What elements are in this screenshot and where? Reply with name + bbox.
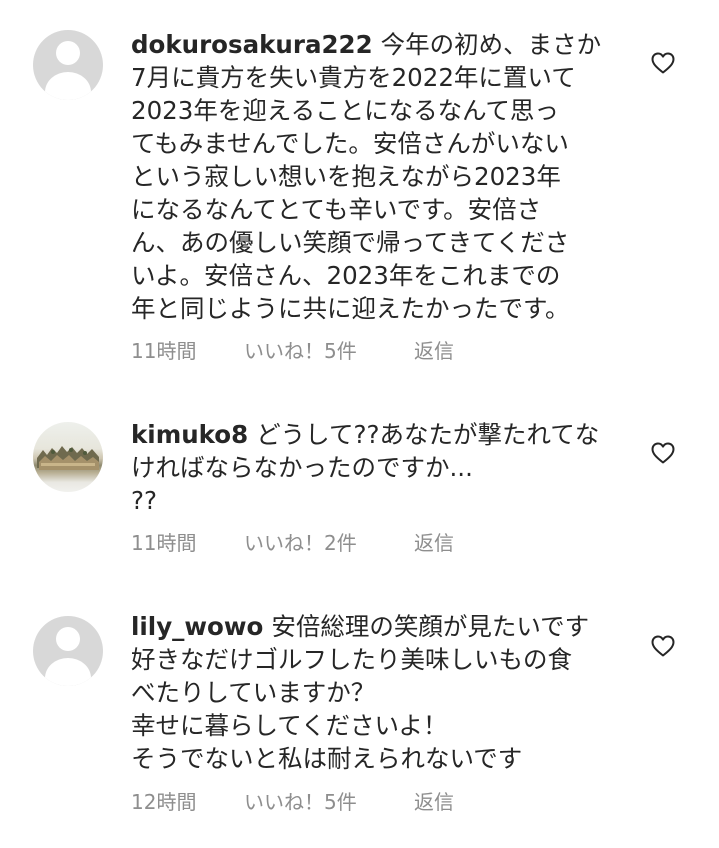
comment-timestamp: 12時間 — [131, 790, 197, 814]
comment-line: いよ。安倍さん、2023年をこれまでの — [131, 261, 561, 290]
comment-text: dokurosakura222 今年の初め、まさか 7月に貴方を失い貴方を2022… — [131, 28, 631, 325]
reply-button[interactable]: 返信 — [414, 790, 454, 814]
comment-line: 7月に貴方を失い貴方を2022年に置いて — [131, 63, 576, 92]
likes-count-link[interactable]: いいね！5件 — [244, 339, 357, 363]
comment-line: 年と同じように共に迎えたかったです。 — [131, 294, 570, 323]
comment-line: べたりしていますか？ — [131, 678, 376, 707]
comment-line: ?? — [131, 486, 158, 515]
heart-outline-icon[interactable] — [651, 635, 675, 657]
comment-line: 幸せに暮らしてくださいよ！ — [131, 711, 448, 740]
avatar[interactable] — [33, 422, 103, 492]
avatar[interactable] — [33, 616, 103, 686]
comment-username[interactable]: dokurosakura222 — [131, 30, 373, 59]
comment-line: dokurosakura222 今年の初め、まさか — [131, 30, 602, 59]
reply-button[interactable]: 返信 — [414, 531, 454, 555]
comment-line: という寂しい想いを抱えながら2023年 — [131, 162, 561, 191]
comment-text: kimuko8 どうして??あなたが撃たれてな ければならなかったのですか... … — [131, 418, 631, 517]
comment-text: lily_wowo 安倍総理の笑顔が見たいです 好きなだけゴルフしたり美味しいもの… — [131, 610, 631, 775]
comment-line: 2023年を迎えることになるなんて思っ — [131, 96, 559, 125]
comment-line: そうでないと私は耐えられないです — [131, 744, 523, 773]
heart-outline-icon[interactable] — [651, 52, 675, 74]
comment-timestamp: 11時間 — [131, 531, 197, 555]
comment-username[interactable]: lily_wowo — [131, 612, 263, 641]
avatar-head-shape — [56, 627, 80, 651]
avatar-body-shape — [45, 72, 91, 100]
avatar[interactable] — [33, 30, 103, 100]
avatar-head-shape — [56, 41, 80, 65]
heart-outline-icon[interactable] — [651, 442, 675, 464]
comment-line: になるなんてとても辛いです。安倍さ — [131, 195, 542, 224]
comment-line: kimuko8 どうして??あなたが撃たれてな — [131, 420, 600, 449]
comment-line: ん、あの優しい笑顔で帰ってきてくださ — [131, 228, 570, 257]
comment-line: ければならなかったのですか... — [131, 453, 473, 482]
comment-line: lily_wowo 安倍総理の笑顔が見たいです — [131, 612, 590, 641]
reply-button[interactable]: 返信 — [414, 339, 454, 363]
comment-line: 好きなだけゴルフしたり美味しいもの食 — [131, 645, 572, 674]
comment-username[interactable]: kimuko8 — [131, 420, 248, 449]
avatar-body-shape — [45, 658, 91, 686]
comment-timestamp: 11時間 — [131, 339, 197, 363]
likes-count-link[interactable]: いいね！5件 — [244, 790, 357, 814]
likes-count-link[interactable]: いいね！2件 — [244, 531, 357, 555]
avatar-photo-image — [37, 446, 99, 470]
comment-line: てもみませんでした。安倍さんがいない — [131, 129, 569, 158]
